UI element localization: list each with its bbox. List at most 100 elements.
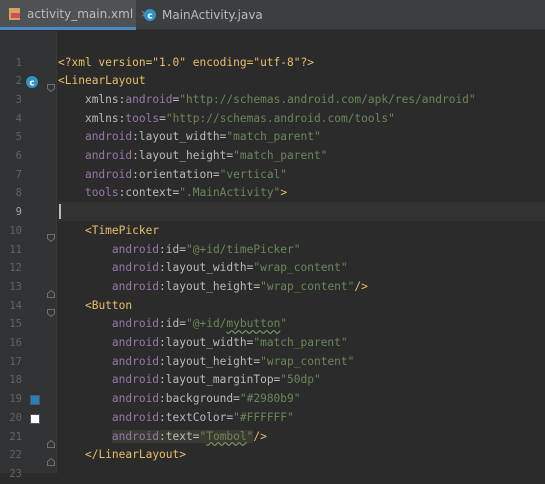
- code-token: xmlns: [84, 111, 119, 125]
- code-token: />: [253, 429, 267, 443]
- code-token: "wrap_content": [260, 354, 355, 368]
- svg-text:c: c: [147, 12, 152, 22]
- code-token: mybutton: [226, 317, 281, 331]
- code-token: "http://schemas.android.com/apk/res/andr…: [179, 92, 476, 106]
- code-token: "50dp": [280, 373, 321, 387]
- fold-close-icon[interactable]: [47, 433, 55, 448]
- code-line[interactable]: <TimePicker: [58, 222, 159, 241]
- code-line[interactable]: tools:context=".MainActivity">: [58, 184, 287, 203]
- color-swatch-icon[interactable]: [30, 413, 40, 424]
- line-number: 1: [15, 56, 22, 69]
- code-token: android: [111, 261, 160, 275]
- code-line[interactable]: android:layout_height="wrap_content": [58, 353, 355, 372]
- code-token: "match_parent": [253, 336, 348, 349]
- fold-open-icon[interactable]: [47, 77, 55, 93]
- code-token: :layout_marginTop=: [159, 373, 281, 387]
- code-token: >: [179, 448, 187, 462]
- line-number: 12: [9, 262, 22, 275]
- code-token: android: [111, 242, 160, 256]
- line-number: 20: [9, 411, 22, 424]
- code-line[interactable]: xmlns:tools="http://schemas.android.com/…: [58, 110, 395, 129]
- code-line[interactable]: android:layout_height="wrap_content"/>: [58, 278, 368, 297]
- line-number: 19: [9, 393, 22, 406]
- code-line[interactable]: <?xml version="1.0" encoding="utf-8"?>: [58, 54, 314, 73]
- code-token: />: [354, 279, 368, 293]
- code-line[interactable]: <Button: [58, 297, 132, 316]
- line-number: 17: [9, 355, 22, 368]
- code-token: android: [111, 354, 160, 368]
- code-line[interactable]: xmlns:android="http://schemas.android.co…: [58, 91, 476, 110]
- code-line[interactable]: </LinearLayout>: [58, 446, 186, 465]
- activity-class-icon[interactable]: c: [25, 74, 39, 93]
- code-token: "wrap_content": [253, 261, 348, 275]
- fold-open-icon[interactable]: [47, 302, 55, 317]
- code-line[interactable]: android:layout_width="match_parent": [58, 128, 321, 147]
- code-line[interactable]: android:layout_width="match_parent": [58, 334, 348, 353]
- code-line[interactable]: android:layout_marginTop="50dp": [58, 371, 321, 390]
- tab-mainactivity-java[interactable]: c MainActivity.java: [137, 0, 277, 30]
- line-number: 2: [15, 75, 22, 88]
- line-number: 21: [9, 430, 22, 443]
- code-token: :context=: [118, 186, 180, 200]
- svg-text:c: c: [29, 79, 34, 89]
- line-number: 16: [9, 337, 22, 349]
- fold-open-icon[interactable]: [47, 227, 55, 242]
- code-token: xml version="1.0" encoding="utf-8": [71, 55, 301, 69]
- code-token: ".MainActivity": [179, 186, 281, 200]
- code-line[interactable]: android:background="#2980b9": [58, 390, 301, 409]
- code-line[interactable]: android:layout_width="wrap_content": [58, 259, 348, 278]
- line-number: 8: [15, 187, 22, 200]
- code-line[interactable]: android:textColor="#FFFFFF": [58, 409, 294, 428]
- color-swatch-icon[interactable]: [30, 395, 40, 406]
- code-token: LinearLayout: [98, 448, 180, 462]
- code-line[interactable]: android:id="@+id/timePicker": [58, 241, 301, 260]
- code-token: TimePicker: [91, 223, 160, 237]
- code-line[interactable]: android:id="@+id/mybutton": [58, 315, 287, 334]
- code-token: "wrap_content": [260, 279, 355, 293]
- xml-file-icon: [8, 7, 22, 21]
- line-number: 10: [9, 224, 22, 237]
- code-token: android: [111, 373, 160, 387]
- code-token: :id=: [159, 317, 186, 331]
- code-token: android: [111, 410, 160, 424]
- code-token: android: [111, 336, 160, 349]
- code-line[interactable]: android:layout_height="match_parent": [58, 147, 328, 166]
- code-token: tools: [84, 186, 119, 200]
- code-line[interactable]: android:orientation="vertical": [58, 166, 287, 185]
- tab-activity-main-xml[interactable]: activity_main.xml ×: [0, 0, 149, 30]
- code-token: :textColor=: [159, 410, 234, 424]
- line-number: 11: [9, 243, 22, 256]
- code-token: ?>: [300, 55, 314, 69]
- line-number: 6: [15, 150, 22, 162]
- code-token: LinearLayout: [64, 74, 146, 88]
- code-line[interactable]: <LinearLayout: [58, 72, 146, 91]
- code-token: Tombol: [206, 429, 247, 443]
- code-token: "@+id/: [186, 317, 227, 331]
- code-token: android: [125, 92, 173, 106]
- fold-close-icon[interactable]: [47, 451, 55, 467]
- line-number: 4: [15, 112, 22, 125]
- line-number: 13: [9, 280, 22, 293]
- fold-close-icon[interactable]: [47, 283, 55, 298]
- code-token: >: [280, 186, 288, 200]
- code-token: "http://schemas.android.com/tools": [165, 111, 395, 125]
- editor-tab-bar: activity_main.xml × c MainActivity.java: [0, 0, 545, 30]
- code-line[interactable]: android:text="Tombol"/>: [58, 428, 267, 447]
